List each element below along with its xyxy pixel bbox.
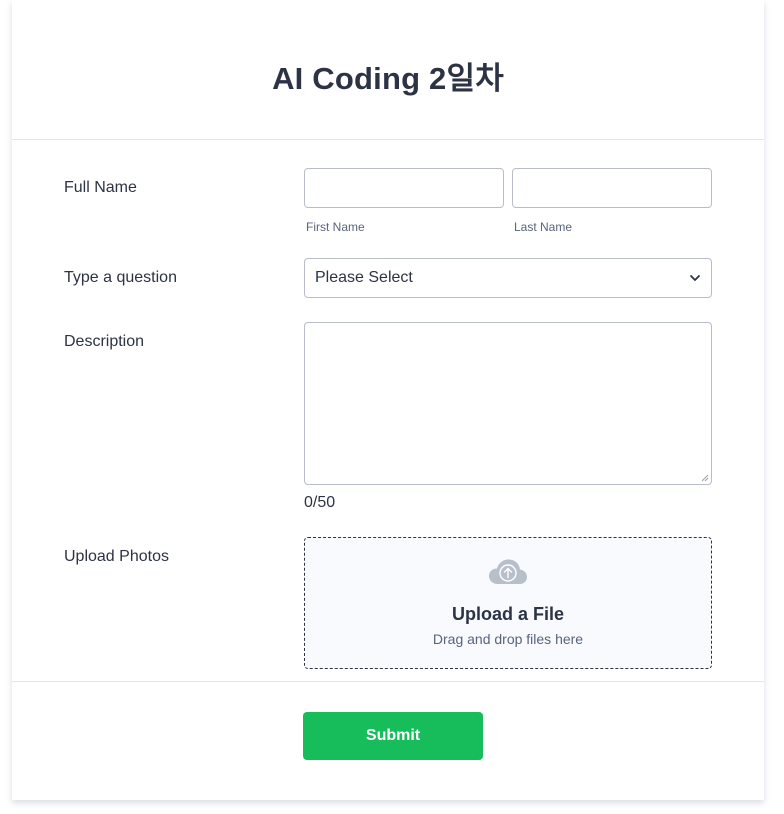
upload-photos-label: Upload Photos [64,548,169,565]
form-header: AI Coding 2일차 [12,0,764,140]
upload-title: Upload a File [451,604,565,624]
form-card: AI Coding 2일차 Full Name First Name Last … [12,0,764,800]
first-name-sublabel: First Name [306,220,365,234]
last-name-input[interactable] [512,168,712,208]
question-selected-value: Please Select [315,269,413,286]
description-textarea[interactable] [304,322,712,485]
submit-button[interactable]: Submit [303,712,483,760]
upload-dropzone[interactable]: Upload a File Drag and drop files here [304,537,712,669]
chevron-down-icon [690,275,700,281]
description-char-counter: 0/50 [304,494,336,511]
resize-handle-icon[interactable] [701,474,709,482]
description-label: Description [64,333,145,350]
upload-subtitle: Drag and drop files here [432,631,584,647]
last-name-sublabel: Last Name [514,220,573,234]
form-title: AI Coding 2일차 [272,61,504,96]
cloud-upload-icon [489,559,527,584]
first-name-input[interactable] [304,168,504,208]
question-label: Type a question [64,269,177,286]
full-name-label: Full Name [64,179,137,196]
footer-divider [12,681,764,682]
question-select[interactable]: Please Select [304,258,712,298]
